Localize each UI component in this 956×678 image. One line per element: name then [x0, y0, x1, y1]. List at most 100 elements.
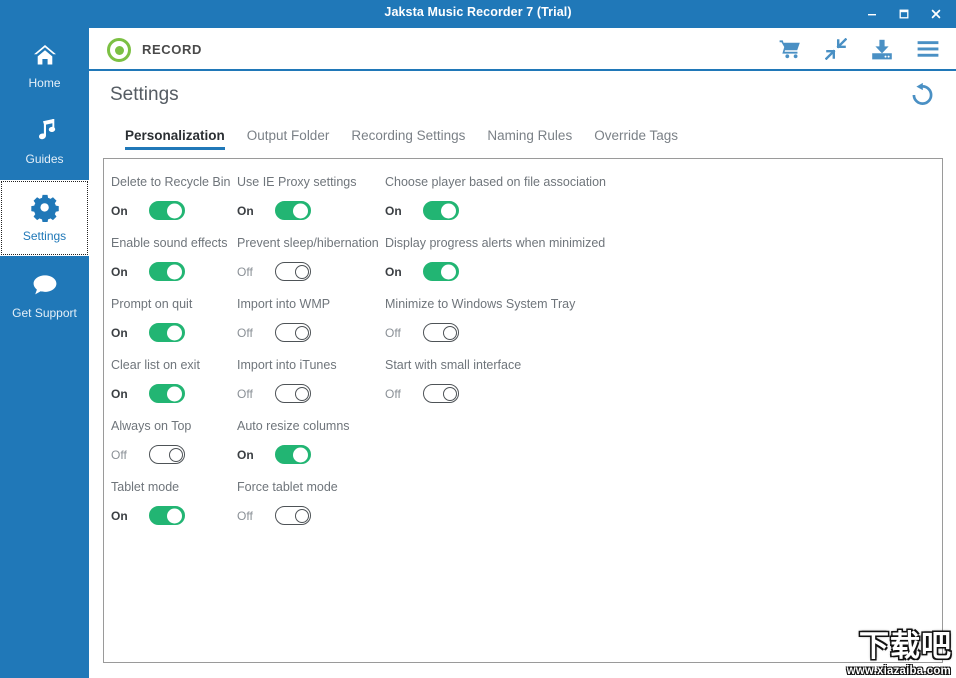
record-mode-label: RECORD: [142, 42, 202, 57]
setting-auto-resize-columns: Auto resize columns On: [237, 419, 385, 480]
setting-state: Off: [385, 325, 401, 340]
close-button[interactable]: [920, 0, 952, 28]
tab-output-folder[interactable]: Output Folder: [247, 128, 330, 150]
setting-import-into-itunes: Import into iTunes Off: [237, 358, 385, 419]
toggle-switch[interactable]: [423, 201, 459, 220]
setting-start-with-small-interface: Start with small interface Off: [385, 358, 745, 419]
setting-label: Use IE Proxy settings: [237, 175, 357, 189]
settings-column-1: Delete to Recycle Bin On Enable sound ef…: [111, 175, 237, 541]
setting-clear-list-on-exit: Clear list on exit On: [111, 358, 237, 419]
toggle-switch[interactable]: [149, 445, 185, 464]
app-header-bar: RECORD: [89, 28, 956, 71]
setting-label: Enable sound effects: [111, 236, 228, 250]
setting-state: On: [111, 386, 128, 401]
toggle-switch[interactable]: [275, 445, 311, 464]
toggle-switch[interactable]: [275, 323, 311, 342]
setting-state: Off: [237, 264, 253, 279]
collapse-arrows-icon[interactable]: [822, 35, 850, 63]
window-controls: [856, 0, 952, 28]
setting-control: On: [385, 262, 745, 281]
sidebar-item-label: Home: [28, 76, 61, 90]
setting-enable-sound-effects: Enable sound effects On: [111, 236, 237, 297]
maximize-button[interactable]: [888, 0, 920, 28]
setting-state: Off: [237, 386, 253, 401]
setting-control: On: [111, 384, 237, 403]
setting-control: Off: [385, 323, 745, 342]
toggle-knob: [295, 325, 309, 340]
hamburger-menu-icon[interactable]: [914, 35, 942, 63]
toggle-switch[interactable]: [149, 262, 185, 281]
record-dot: [114, 45, 124, 55]
reset-arrow-icon[interactable]: [906, 79, 938, 111]
setting-always-on-top: Always on Top Off: [111, 419, 237, 480]
setting-control: On: [111, 506, 237, 525]
setting-control: Off: [237, 262, 385, 281]
sidebar-item-label: Guides: [25, 152, 64, 166]
settings-column-2: Use IE Proxy settings On Prevent sleep/h…: [237, 175, 385, 541]
setting-prevent-sleep-hibernation: Prevent sleep/hibernation Off: [237, 236, 385, 297]
toggle-switch[interactable]: [423, 384, 459, 403]
setting-state: On: [111, 203, 128, 218]
sidebar-item-get-support[interactable]: Get Support: [0, 258, 89, 332]
settings-tab-bar: Personalization Output Folder Recording …: [125, 128, 678, 150]
tab-override-tags[interactable]: Override Tags: [594, 128, 678, 150]
setting-import-into-wmp: Import into WMP Off: [237, 297, 385, 358]
setting-label: Minimize to Windows System Tray: [385, 297, 576, 311]
setting-control: Off: [385, 384, 745, 403]
toggle-switch[interactable]: [275, 384, 311, 403]
sidebar-item-guides[interactable]: Guides: [0, 104, 89, 178]
sidebar-item-home[interactable]: Home: [0, 28, 89, 102]
cart-icon[interactable]: [776, 35, 804, 63]
record-circle-icon: [107, 38, 131, 62]
setting-label: Delete to Recycle Bin: [111, 175, 231, 189]
setting-control: On: [385, 201, 745, 220]
setting-state: On: [237, 203, 254, 218]
speech-bubble-icon: [31, 270, 59, 300]
setting-label: Prompt on quit: [111, 297, 193, 311]
application-window: Jaksta Music Recorder 7 (Trial) Home Gui…: [0, 0, 956, 678]
tab-personalization[interactable]: Personalization: [125, 128, 225, 150]
home-icon: [32, 40, 58, 70]
toggle-switch[interactable]: [275, 506, 311, 525]
setting-label: Tablet mode: [111, 480, 180, 494]
setting-state: On: [385, 203, 402, 218]
toggle-switch[interactable]: [149, 323, 185, 342]
setting-control: On: [237, 201, 385, 220]
settings-grid: Delete to Recycle Bin On Enable sound ef…: [111, 175, 937, 541]
setting-label: Clear list on exit: [111, 358, 200, 372]
setting-state: On: [111, 325, 128, 340]
toggle-switch[interactable]: [275, 201, 311, 220]
music-note-icon: [32, 116, 58, 146]
toggle-knob: [443, 325, 457, 340]
download-icon[interactable]: [868, 35, 896, 63]
main-content-area: RECORD Settings Personalization Output F…: [89, 28, 956, 678]
toggle-switch[interactable]: [149, 384, 185, 403]
toggle-switch[interactable]: [423, 262, 459, 281]
setting-state: On: [111, 264, 128, 279]
setting-choose-player-based-on-file-association: Choose player based on file association …: [385, 175, 745, 236]
toggle-switch[interactable]: [275, 262, 311, 281]
setting-tablet-mode: Tablet mode On: [111, 480, 237, 541]
sidebar-navigation: Home Guides Settings Get Support: [0, 28, 89, 678]
toggle-switch[interactable]: [149, 201, 185, 220]
setting-control: Off: [237, 323, 385, 342]
toggle-knob: [295, 508, 309, 523]
toggle-switch[interactable]: [423, 323, 459, 342]
toggle-switch[interactable]: [149, 506, 185, 525]
setting-label: Import into WMP: [237, 297, 331, 311]
setting-delete-to-recycle-bin: Delete to Recycle Bin On: [111, 175, 237, 236]
title-bar: Jaksta Music Recorder 7 (Trial): [0, 0, 956, 28]
minimize-button[interactable]: [856, 0, 888, 28]
setting-minimize-to-windows-system-tray: Minimize to Windows System Tray Off: [385, 297, 745, 358]
toggle-knob: [295, 386, 309, 401]
sidebar-item-settings[interactable]: Settings: [0, 180, 89, 256]
page-title: Settings: [110, 84, 179, 105]
tab-recording-settings[interactable]: Recording Settings: [351, 128, 465, 150]
setting-use-ie-proxy-settings: Use IE Proxy settings On: [237, 175, 385, 236]
setting-label: Auto resize columns: [237, 419, 350, 433]
setting-display-progress-alerts-when-minimized: Display progress alerts when minimized O…: [385, 236, 745, 297]
toggle-knob: [443, 386, 457, 401]
settings-panel: Delete to Recycle Bin On Enable sound ef…: [103, 158, 943, 663]
setting-state: On: [111, 508, 128, 523]
tab-naming-rules[interactable]: Naming Rules: [487, 128, 572, 150]
